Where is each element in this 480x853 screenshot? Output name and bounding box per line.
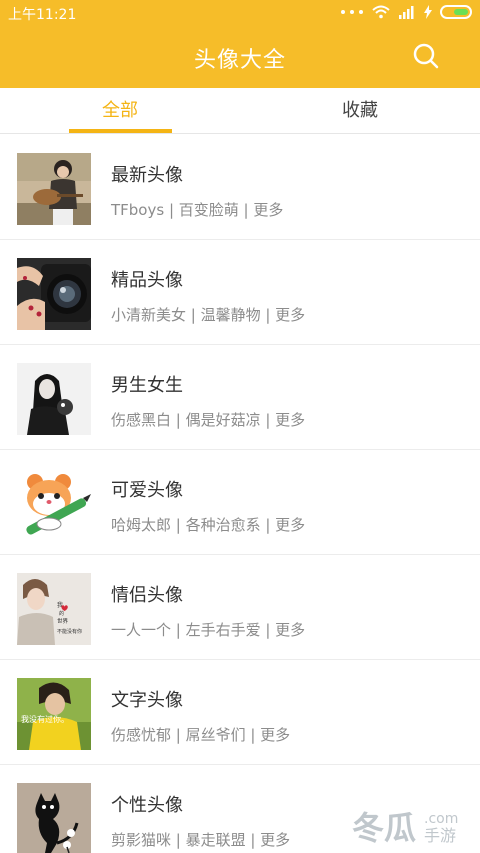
tab-favorites[interactable]: 收藏	[240, 88, 480, 134]
category-list: 最新头像 TFboys | 百变脸萌 | 更多 精品头像 小清新美女 | 温馨静…	[0, 135, 480, 853]
charging-icon	[424, 5, 432, 19]
tab-all[interactable]: 全部	[0, 88, 240, 134]
item-title: 最新头像	[111, 165, 183, 186]
list-item-latest[interactable]: 最新头像 TFboys | 百变脸萌 | 更多	[0, 135, 480, 240]
list-item-text[interactable]: 我没有过你。 文字头像 伤感忧郁 | 屌丝爷们 | 更多	[0, 660, 480, 765]
item-title: 文字头像	[111, 690, 183, 711]
couple-text-4: 不能没有你	[57, 628, 82, 635]
wifi-icon	[372, 5, 390, 19]
couple-text-2: 的	[59, 610, 64, 617]
item-title: 情侣头像	[111, 585, 183, 606]
page-title: 头像大全	[193, 48, 286, 73]
list-item-couple[interactable]: 我 的 世界 不能没有你 情侣头像 一人一个 | 左手右手爱 | 更多	[0, 555, 480, 660]
item-title: 个性头像	[111, 795, 183, 816]
item-subtitle: 剪影猫咪 | 暴走联盟 | 更多	[111, 831, 291, 849]
status-time: 上午11:21	[8, 7, 77, 23]
item-subtitle: 小清新美女 | 温馨静物 | 更多	[111, 306, 306, 324]
item-title: 男生女生	[111, 375, 183, 396]
list-item-boys-girls[interactable]: 男生女生 伤感黑白 | 偶是好菇凉 | 更多	[0, 345, 480, 450]
watermark-main: 冬瓜	[352, 809, 416, 847]
status-icons	[340, 5, 472, 19]
thumbnail-cute	[17, 468, 91, 540]
cell-signal-icon	[399, 6, 414, 19]
thumbnail-couple: 我 的 世界 不能没有你	[17, 573, 91, 645]
text-avatar-caption: 我没有过你。	[21, 714, 69, 724]
status-bar: 上午11:21	[0, 0, 480, 26]
search-icon[interactable]	[412, 42, 440, 70]
watermark-sub: 手游	[424, 826, 456, 845]
thumbnail-boys-girls	[17, 363, 91, 435]
item-subtitle: 伤感忧郁 | 屌丝爷们 | 更多	[111, 726, 291, 744]
thumbnail-text: 我没有过你。	[17, 678, 91, 750]
item-subtitle: 伤感黑白 | 偶是好菇凉 | 更多	[111, 411, 306, 429]
signal-dots-icon	[341, 10, 363, 14]
tab-bar: 全部 收藏	[0, 88, 480, 134]
item-subtitle: 一人一个 | 左手右手爱 | 更多	[111, 621, 306, 639]
thumbnail-latest	[17, 153, 91, 225]
battery-icon	[440, 5, 472, 19]
watermark-domain: .com	[424, 811, 458, 827]
thumbnail-premium	[17, 258, 91, 330]
item-subtitle: 哈姆太郎 | 各种治愈系 | 更多	[111, 516, 306, 534]
list-item-cute[interactable]: 可爱头像 哈姆太郎 | 各种治愈系 | 更多	[0, 450, 480, 555]
item-title: 精品头像	[111, 270, 183, 291]
couple-text-3: 世界	[57, 617, 69, 625]
item-subtitle: TFboys | 百变脸萌 | 更多	[111, 201, 284, 219]
list-item-premium[interactable]: 精品头像 小清新美女 | 温馨静物 | 更多	[0, 240, 480, 345]
thumbnail-personality	[17, 783, 91, 853]
watermark-logo: 冬瓜 .com 手游	[352, 803, 472, 847]
item-title: 可爱头像	[111, 480, 183, 501]
tab-indicator	[69, 129, 172, 133]
app-bar: 头像大全	[0, 26, 480, 88]
